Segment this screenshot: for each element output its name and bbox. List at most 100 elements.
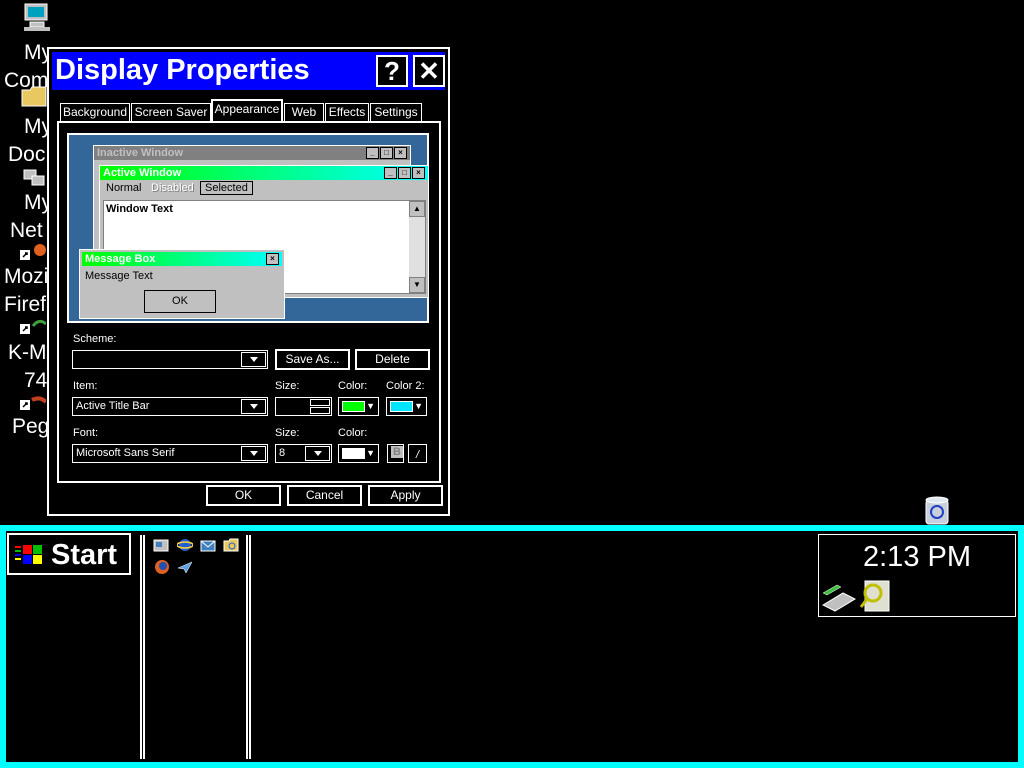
- item-label: Item:: [73, 380, 98, 392]
- delete-button[interactable]: Delete: [355, 349, 430, 370]
- item-dropdown[interactable]: Active Title Bar: [72, 397, 268, 416]
- outlook-express-icon[interactable]: [200, 537, 216, 553]
- desktop-icon-label: 74: [24, 369, 48, 392]
- tab-web[interactable]: Web: [284, 103, 324, 121]
- spin-down-icon[interactable]: [310, 407, 330, 414]
- desktop-icon-pegasus[interactable]: Peg: [0, 392, 50, 452]
- preview-active-caption-buttons: _ □ ×: [383, 167, 425, 181]
- tab-effects[interactable]: Effects: [325, 103, 369, 121]
- tab-background[interactable]: Background: [60, 103, 130, 121]
- internet-explorer-icon[interactable]: [177, 537, 193, 553]
- windows-explorer-icon[interactable]: [223, 537, 239, 553]
- recycle-bin-icon[interactable]: [922, 494, 952, 526]
- preview-menu-normal: Normal: [106, 182, 142, 194]
- preview-active-title: Active Window: [103, 167, 182, 179]
- maximize-icon: □: [398, 167, 411, 179]
- dialog-title-bar[interactable]: Display Properties ? ✕: [52, 52, 445, 90]
- firefox-icon: [20, 244, 46, 260]
- taskbar-body[interactable]: Start 2:13 PM: [6, 531, 1018, 762]
- apply-button[interactable]: Apply: [368, 485, 443, 506]
- scroll-up-arrow-icon: ▲: [409, 201, 425, 217]
- bold-toggle[interactable]: B: [387, 444, 404, 463]
- display-properties-dialog: Display Properties ? ✕ Background Screen…: [47, 47, 450, 516]
- network-icon: [23, 169, 45, 186]
- preview-inactive-title-bar: Inactive Window _ □ ×: [94, 146, 410, 160]
- start-button[interactable]: Start: [7, 533, 131, 575]
- font-size-dropdown[interactable]: 8: [275, 444, 332, 463]
- help-icon: ?: [384, 56, 400, 86]
- tab-settings[interactable]: Settings: [370, 103, 422, 121]
- preview-menu-disabled: Disabled: [151, 182, 194, 194]
- computer-icon: [24, 3, 50, 31]
- chevron-down-icon[interactable]: [241, 446, 266, 461]
- taskbar-separator[interactable]: [246, 535, 251, 759]
- font-value: Microsoft Sans Serif: [76, 447, 175, 459]
- preview-window-text: Window Text: [106, 203, 173, 215]
- desktop-icon-label: Mozi: [4, 265, 49, 288]
- chevron-down-icon[interactable]: [241, 399, 266, 414]
- taskbar-separator[interactable]: [140, 535, 145, 759]
- item-color2-label: Color 2:: [386, 380, 425, 392]
- help-button[interactable]: ?: [376, 55, 408, 87]
- desktop-icon-mozilla-firefox[interactable]: Mozi Firef: [0, 242, 48, 322]
- send-icon[interactable]: [177, 559, 193, 575]
- clock[interactable]: 2:13 PM: [863, 541, 971, 574]
- preview-message-box: Message Box × Message Text OK: [79, 249, 285, 319]
- chevron-down-icon: ▼: [366, 401, 375, 411]
- folder-icon: [21, 86, 47, 107]
- desktop-icon-my-computer[interactable]: My Com: [0, 0, 52, 92]
- desktop-icon-k-meleon[interactable]: K-M 74: [0, 316, 48, 396]
- show-desktop-icon[interactable]: [153, 537, 169, 553]
- scheme-label: Scheme:: [73, 333, 117, 345]
- tab-appearance[interactable]: Appearance: [211, 99, 283, 122]
- font-color-label: Color:: [338, 427, 368, 439]
- preview-scrollbar: ▲ ▼: [409, 201, 425, 293]
- preview-menu-bar: Normal Disabled Selected: [100, 180, 428, 197]
- desktop-icon-label: Doc: [8, 143, 46, 166]
- maximize-icon: □: [380, 147, 393, 159]
- item-color2-swatch: [390, 401, 413, 412]
- item-size-label: Size:: [275, 380, 300, 392]
- preview-msgbox-ok-button: OK: [144, 290, 216, 313]
- preview-active-title-bar: Active Window _ □ ×: [100, 166, 428, 180]
- bold-icon: B: [391, 446, 403, 458]
- ok-button[interactable]: OK: [206, 485, 281, 506]
- scheme-dropdown[interactable]: [72, 350, 268, 369]
- chevron-down-icon[interactable]: [241, 352, 266, 367]
- desktop-icon-label: Net: [10, 219, 43, 242]
- preview-menu-selected: Selected: [200, 181, 253, 195]
- network-connection-icon[interactable]: [821, 579, 859, 613]
- firefox-icon[interactable]: [154, 559, 170, 575]
- close-button[interactable]: ✕: [413, 55, 445, 87]
- save-as-button[interactable]: Save As...: [275, 349, 350, 370]
- preview-msgbox-caption-buttons: ×: [265, 253, 279, 267]
- italic-icon: /: [415, 449, 420, 461]
- spin-up-icon[interactable]: [310, 399, 330, 406]
- desktop-icon-label: K-M: [8, 341, 47, 364]
- item-color-swatch: [342, 401, 365, 412]
- desktop-icon-my-network-places[interactable]: My Net: [0, 166, 52, 246]
- pegasus-icon: [20, 396, 46, 410]
- appearance-panel: Inactive Window _ □ × Active Window _ □ × No…: [57, 121, 441, 483]
- preview-inactive-title: Inactive Window: [97, 147, 184, 159]
- italic-toggle[interactable]: /: [408, 444, 427, 463]
- taskbar: Start 2:13 PM: [0, 525, 1024, 768]
- chevron-down-icon[interactable]: [305, 446, 330, 461]
- desktop-icon-label: Firef: [4, 293, 46, 316]
- k-meleon-icon: [20, 319, 46, 334]
- desktop-icon-label: Peg: [12, 415, 50, 438]
- cancel-button[interactable]: Cancel: [287, 485, 362, 506]
- minimize-icon: _: [384, 167, 397, 179]
- appearance-preview[interactable]: Inactive Window _ □ × Active Window _ □ × No…: [67, 133, 429, 323]
- item-color-button[interactable]: ▼: [338, 397, 379, 416]
- font-color-button[interactable]: ▼: [338, 444, 379, 463]
- search-icon[interactable]: [859, 579, 893, 613]
- dialog-title: Display Properties: [55, 54, 310, 86]
- font-dropdown[interactable]: Microsoft Sans Serif: [72, 444, 268, 463]
- item-value: Active Title Bar: [76, 400, 150, 412]
- desktop-icon-my-documents[interactable]: My Doc: [0, 82, 52, 170]
- windows-flag-icon: [15, 545, 42, 564]
- item-size-stepper[interactable]: [275, 397, 332, 416]
- item-color2-button[interactable]: ▼: [386, 397, 427, 416]
- tab-screen-saver[interactable]: Screen Saver: [131, 103, 211, 121]
